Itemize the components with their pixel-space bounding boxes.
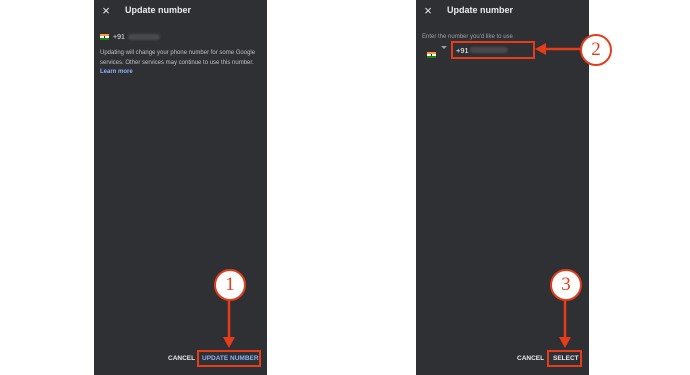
arrow-icon <box>559 337 571 348</box>
step-marker-2: 2 <box>580 34 612 66</box>
step-marker-3: 3 <box>550 269 582 301</box>
step-marker-1: 1 <box>214 269 246 301</box>
arrow-icon <box>223 337 235 348</box>
arrow-icon <box>535 43 546 55</box>
